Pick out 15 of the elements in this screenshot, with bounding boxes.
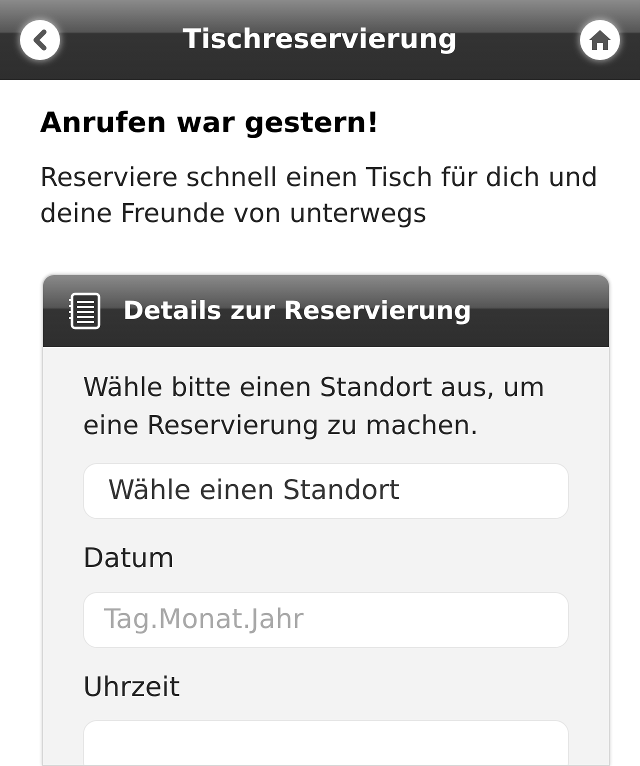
field-label: Datum bbox=[83, 542, 176, 576]
home-button[interactable] bbox=[580, 20, 620, 60]
page-title: Tischreservierung bbox=[182, 22, 458, 57]
home-icon bbox=[588, 29, 612, 51]
field-label: Uhrzeit bbox=[83, 670, 181, 704]
back-button[interactable] bbox=[20, 20, 60, 60]
back-icon bbox=[31, 29, 49, 51]
intro-text: Reserviere schnell einen Tisch für dich und deine Freunde von unterwegs bbox=[40, 162, 599, 231]
location-select[interactable]: Wähle einen Standort bbox=[83, 463, 569, 519]
card-title: Details zur Reservierung bbox=[123, 295, 472, 328]
input-field[interactable]: Tag.Monat.Jahr bbox=[83, 592, 569, 648]
input-field[interactable] bbox=[83, 720, 569, 765]
notebook-icon bbox=[67, 292, 101, 330]
heading: Anrufen war gestern! bbox=[40, 105, 380, 141]
instruction-text: Wähle bitte einen Standort aus, um eine Reservierung zu machen. bbox=[83, 372, 546, 443]
